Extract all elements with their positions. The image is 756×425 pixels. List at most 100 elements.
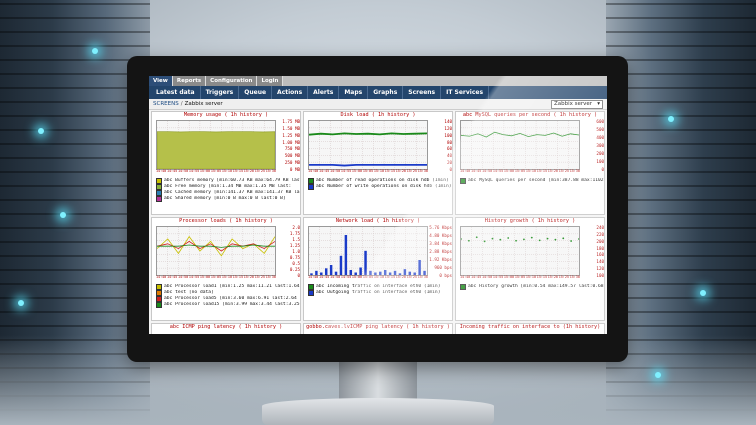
graph-panel[interactable]: History growth ( 1h history ) 240 220 200 18… bbox=[455, 217, 605, 321]
y-axis-ticks: 240 220 200 180 160 140 120 100 bbox=[580, 225, 604, 278]
led-light bbox=[60, 212, 66, 218]
x-tick-label: 15:25 bbox=[406, 169, 417, 173]
chevron-down-icon: ▾ bbox=[597, 100, 600, 107]
x-tick-label: 15:15 bbox=[384, 275, 395, 279]
y-tick-label: 180 bbox=[596, 245, 604, 251]
legend-swatch bbox=[156, 302, 162, 308]
legend-item: abc MySQL queries per second [min:387.88… bbox=[460, 178, 604, 184]
breadcrumb-section[interactable]: SCREENS bbox=[153, 101, 179, 107]
y-tick-label: 0 bbox=[601, 167, 604, 172]
x-tick-label: 14:40 bbox=[156, 275, 167, 279]
led-light bbox=[668, 116, 674, 122]
y-tick-label: 220 bbox=[596, 231, 604, 237]
legend-item: abc Number of write operations on disk h… bbox=[308, 184, 452, 190]
menu-item-maps[interactable]: Maps bbox=[339, 86, 369, 99]
menu-bar: Latest data Triggers Queue Actions Alert… bbox=[149, 86, 607, 99]
y-tick-label: 0 bps bbox=[439, 273, 452, 278]
y-tick-label: 60 bbox=[446, 146, 452, 152]
x-tick-label: 15:00 bbox=[503, 169, 515, 173]
bar bbox=[339, 255, 343, 275]
server-select[interactable]: Zabbix server ▾ bbox=[551, 99, 603, 109]
y-tick-label: 500 bbox=[596, 127, 604, 132]
legend-swatch bbox=[460, 284, 466, 290]
legend-swatch bbox=[460, 178, 466, 184]
tab-reports[interactable]: Reports bbox=[172, 76, 207, 86]
graph-panel[interactable]: abc MySQL queries per second ( 1h histor… bbox=[455, 111, 605, 215]
x-tick-label: 15:00 bbox=[503, 275, 515, 279]
graph-svg bbox=[309, 121, 427, 169]
x-tick-label: 14:45 bbox=[318, 275, 330, 279]
graph-panel-bottom[interactable]: abc ICMP ping latency ( 1h history ) bbox=[151, 323, 301, 334]
x-tick-label: 15:30 bbox=[417, 275, 428, 279]
monitor-stand-neck bbox=[339, 362, 417, 402]
graph-legend: abc MySQL queries per second [min:387.88… bbox=[460, 178, 604, 184]
x-tick-label: 14:45 bbox=[318, 169, 330, 173]
x-tick-label: 15:25 bbox=[254, 275, 265, 279]
breadcrumb: SCREENS / Zabbix server bbox=[153, 101, 223, 107]
x-tick-label: 15:25 bbox=[558, 169, 569, 173]
x-axis-ticks: 14:40 14:45 14:50 14:55 15:00 15:05 15:10 15:15… bbox=[308, 275, 428, 282]
tab-login[interactable]: Login bbox=[257, 76, 284, 86]
y-tick-label: 240 bbox=[596, 225, 604, 230]
tab-configuration[interactable]: Configuration bbox=[206, 76, 258, 86]
graph-svg bbox=[309, 227, 427, 275]
graph-title: Disk load ( 1h history ) bbox=[340, 112, 416, 118]
x-axis-ticks: 14:40 14:45 14:50 14:55 15:00 15:05 15:10 15:15… bbox=[460, 275, 580, 282]
graph-plot-area bbox=[308, 120, 428, 170]
scatter-point bbox=[475, 236, 478, 239]
menu-item-triggers[interactable]: Triggers bbox=[201, 86, 240, 99]
x-tick-label: 14:50 bbox=[481, 275, 493, 279]
legend-item: abc Shared memory [min:0 B max:0 B last:… bbox=[156, 196, 300, 202]
scatter-point bbox=[554, 238, 557, 241]
graph-legend: abc Incoming traffic on interface eth0 (… bbox=[308, 284, 452, 296]
area-series-0 bbox=[157, 131, 275, 169]
graph-title: abc MySQL queries per second ( 1h histor… bbox=[462, 112, 598, 118]
scatter-point bbox=[515, 239, 517, 242]
graph-panel[interactable]: Disk load ( 1h history ) 140 120 100 80 60 40 2… bbox=[303, 111, 453, 215]
tab-view[interactable]: View bbox=[149, 76, 173, 86]
scatter-point bbox=[491, 237, 494, 240]
menu-item-latest-data[interactable]: Latest data bbox=[151, 86, 201, 99]
y-tick-label: 750 MB bbox=[284, 146, 300, 152]
legend-text: abc Shared memory [min:0 B max:0 B last:… bbox=[164, 196, 286, 201]
graph-panel-bottom[interactable]: Incoming traffic on interface to (1h his… bbox=[455, 323, 605, 334]
legend-item: abc Processor load15 [min:3.99 max:3.44 … bbox=[156, 302, 300, 308]
screen: View Reports Configuration Login Latest … bbox=[149, 76, 607, 334]
graph-panel-bottom[interactable]: gobbo.caves.lvICMP ping latency ( 1h his… bbox=[303, 323, 453, 334]
y-tick-label: 100 bbox=[596, 159, 604, 164]
graph-panel[interactable]: Processor loads ( 1h history ) 2.0 1.75 1.5… bbox=[151, 217, 301, 321]
graph-title: abc ICMP ping latency ( 1h history ) bbox=[169, 324, 283, 330]
x-tick-label: 14:50 bbox=[177, 275, 189, 279]
legend-text: abc History growth [min:0.54 max:149.57 … bbox=[468, 284, 604, 289]
scatter-point bbox=[483, 240, 486, 243]
x-tick-label: 15:10 bbox=[525, 275, 537, 279]
x-tick-label: 14:45 bbox=[470, 169, 482, 173]
x-tick-label: 14:55 bbox=[340, 169, 352, 173]
led-light bbox=[700, 290, 706, 296]
x-tick-label: 15:10 bbox=[221, 169, 233, 173]
y-tick-label: 1.50 MB bbox=[282, 125, 300, 131]
x-tick-label: 15:20 bbox=[395, 275, 406, 279]
legend-swatch bbox=[308, 290, 314, 296]
graph-plot-area bbox=[156, 120, 276, 170]
menu-item-actions[interactable]: Actions bbox=[272, 86, 309, 99]
legend-item: abc Outgoing traffic on interface eth0 (… bbox=[308, 290, 452, 296]
graph-panel[interactable]: Memory usage ( 1h history ) 1.75 MB 1.50 M… bbox=[151, 111, 301, 215]
menu-item-queue[interactable]: Queue bbox=[239, 86, 273, 99]
x-tick-label: 14:45 bbox=[166, 169, 178, 173]
x-tick-label: 15:05 bbox=[362, 275, 374, 279]
menu-item-graphs[interactable]: Graphs bbox=[368, 86, 404, 99]
menu-item-alerts[interactable]: Alerts bbox=[308, 86, 340, 99]
graph-title: History growth ( 1h history ) bbox=[484, 218, 576, 224]
y-tick-label: 80 bbox=[446, 139, 452, 145]
graph-panel[interactable]: Network load ( 1h history ) 5.76 Kbps 4.80… bbox=[303, 217, 453, 321]
y-tick-label: 1.00 MB bbox=[282, 139, 300, 145]
menu-item-it-services[interactable]: IT Services bbox=[441, 86, 490, 99]
x-tick-label: 15:15 bbox=[536, 275, 547, 279]
bar bbox=[329, 265, 333, 275]
x-tick-label: 14:50 bbox=[329, 275, 341, 279]
menu-item-screens[interactable]: Screens bbox=[403, 86, 442, 99]
x-tick-label: 15:10 bbox=[525, 169, 537, 173]
x-tick-label: 15:30 bbox=[265, 169, 276, 173]
x-tick-label: 15:30 bbox=[265, 275, 276, 279]
